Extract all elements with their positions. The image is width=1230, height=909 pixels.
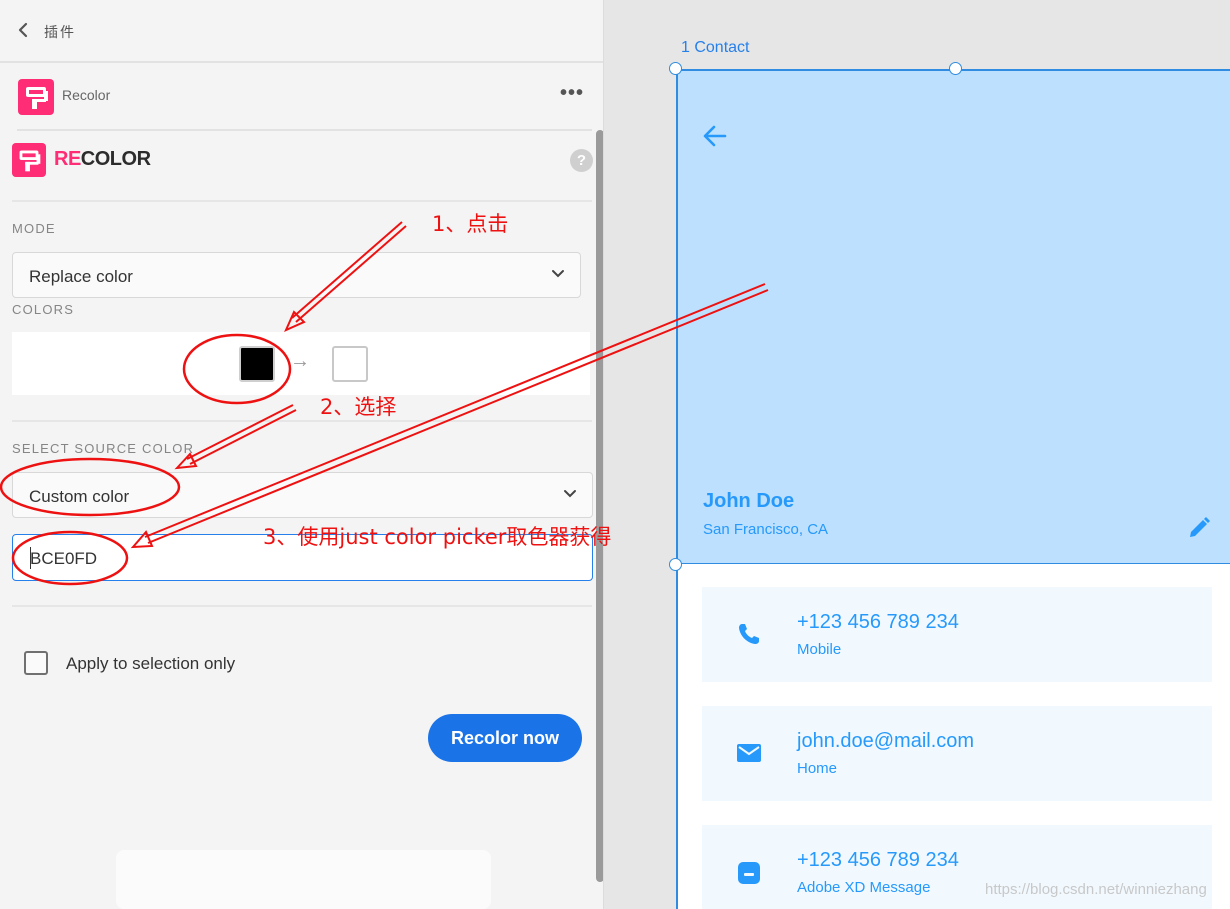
text-caret [30, 547, 31, 569]
pencil-icon[interactable] [1186, 515, 1212, 546]
panel-scrollbar[interactable] [596, 130, 603, 882]
divider [12, 420, 592, 422]
selection-handle[interactable] [669, 558, 682, 571]
brand-wordmark: RECOLOR [54, 148, 151, 170]
contact-value: +123 456 789 234 [797, 849, 959, 871]
arrow-back-icon[interactable] [702, 123, 728, 154]
source-color-swatch[interactable] [239, 346, 275, 382]
selection-handle[interactable] [669, 62, 682, 75]
contact-value: +123 456 789 234 [797, 611, 959, 633]
profile-hero[interactable]: John Doe San Francisco, CA [678, 71, 1230, 564]
artboard-contact[interactable]: John Doe San Francisco, CA +123 456 789 … [676, 69, 1230, 909]
design-canvas: 1 Contact John Doe San Francisco, CA +12… [604, 0, 1230, 909]
contact-card-phone[interactable]: +123 456 789 234 Mobile [702, 587, 1212, 682]
plugin-name: Recolor [62, 87, 111, 103]
mode-label: MODE [12, 221, 56, 236]
contact-type: Adobe XD Message [797, 879, 931, 896]
recolor-brand-icon [12, 143, 46, 182]
apply-selection-checkbox[interactable] [24, 651, 48, 675]
arrow-right-icon: → [290, 350, 310, 372]
contact-value: john.doe@mail.com [797, 730, 975, 752]
source-color-value: Custom color [29, 487, 130, 506]
scroll-thumb[interactable] [596, 130, 603, 882]
phone-icon [736, 621, 762, 652]
mode-select[interactable]: Replace color [12, 252, 581, 298]
bottom-card [116, 850, 491, 909]
chevron-down-icon [550, 265, 566, 281]
recolor-now-button[interactable]: Recolor now [428, 714, 582, 762]
panel-topbar: 插件 [0, 0, 603, 63]
contact-type: Home [797, 760, 838, 777]
plugin-header-row: Recolor ••• [0, 64, 603, 130]
divider [17, 129, 592, 131]
profile-location: San Francisco, CA [703, 521, 829, 538]
recolor-logo-icon [18, 79, 54, 120]
source-color-select[interactable]: Custom color [12, 472, 593, 518]
panel-title: 插件 [44, 24, 76, 40]
color-swatch-row: → [12, 332, 590, 395]
apply-selection-label: Apply to selection only [66, 654, 236, 673]
contact-type: Mobile [797, 641, 842, 658]
source-color-label: SELECT SOURCE COLOR [12, 441, 195, 456]
mail-icon [736, 740, 762, 771]
hex-value: BCE0FD [30, 549, 98, 568]
contact-card-email[interactable]: john.doe@mail.com Home [702, 706, 1212, 801]
target-color-swatch[interactable] [332, 346, 368, 382]
plugin-panel: 插件 Recolor ••• RECOLOR ? MODE Replace co… [0, 0, 604, 909]
colors-label: COLORS [12, 302, 75, 317]
message-icon [736, 859, 762, 890]
back-chevron-icon[interactable] [14, 20, 34, 40]
watermark: https://blog.csdn.net/winniezhang [985, 881, 1207, 898]
chevron-down-icon [562, 485, 578, 501]
more-options-icon[interactable]: ••• [560, 82, 584, 105]
help-icon[interactable]: ? [570, 149, 593, 172]
hex-color-input[interactable]: BCE0FD [12, 534, 593, 581]
artboard-label[interactable]: 1 Contact [681, 39, 749, 57]
selection-handle[interactable] [949, 62, 962, 75]
divider [12, 605, 592, 607]
profile-name: John Doe [703, 490, 795, 512]
divider [12, 200, 592, 202]
mode-value: Replace color [29, 267, 133, 286]
